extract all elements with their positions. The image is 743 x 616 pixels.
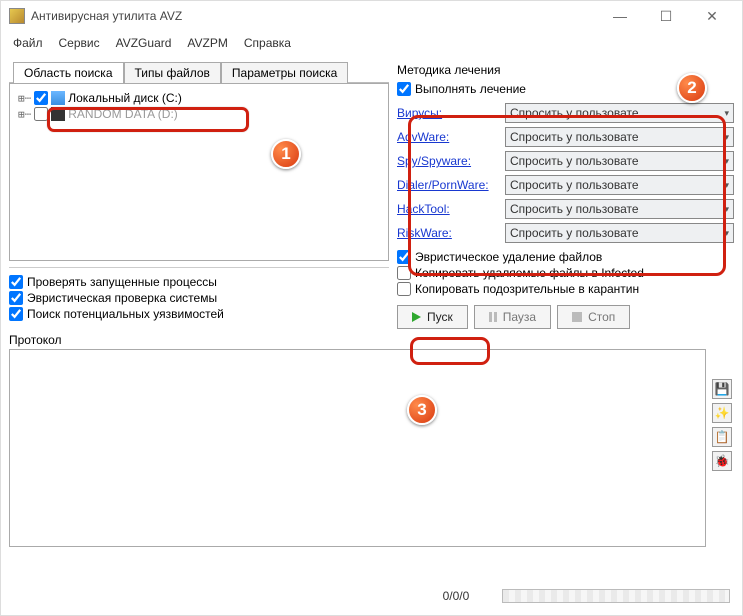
- tab-search-params[interactable]: Параметры поиска: [221, 62, 348, 83]
- menu-bar: Файл Сервис AVZGuard AVZPM Справка: [1, 31, 742, 55]
- clear-log-button[interactable]: ✨: [712, 403, 732, 423]
- bug-icon: 🐞: [715, 454, 730, 468]
- pause-button[interactable]: Пауза: [474, 305, 551, 329]
- select-virus[interactable]: Спросить у пользовате▾: [505, 103, 734, 123]
- check-processes-label: Проверять запущенные процессы: [27, 275, 217, 289]
- tree-item-c[interactable]: ⊞┄ Локальный диск (C:): [16, 90, 382, 106]
- protocol-textarea[interactable]: [9, 349, 706, 547]
- chevron-down-icon: ▾: [724, 108, 729, 119]
- perform-treatment-checkbox[interactable]: [397, 82, 411, 96]
- expand-icon[interactable]: ⊞┄: [18, 92, 31, 105]
- drive-c-checkbox[interactable]: [34, 91, 48, 105]
- check-copy-quarantine[interactable]: [397, 282, 411, 296]
- stop-button[interactable]: Стоп: [557, 305, 630, 329]
- copy-icon: 📋: [715, 430, 730, 444]
- check-processes[interactable]: [9, 275, 23, 289]
- check-vulnerabilities[interactable]: [9, 307, 23, 321]
- copy-log-button[interactable]: 📋: [712, 427, 732, 447]
- drive-d-label: RANDOM DATA (D:): [68, 107, 178, 121]
- protocol-label: Протокол: [1, 329, 742, 349]
- link-riskware[interactable]: RiskWare:: [397, 226, 499, 240]
- menu-file[interactable]: Файл: [7, 34, 49, 52]
- select-spyware[interactable]: Спросить у пользовате▾: [505, 151, 734, 171]
- menu-help[interactable]: Справка: [238, 34, 297, 52]
- check-copy-infected-label: Копировать удаляемые файлы в Infected: [415, 266, 644, 280]
- protocol-toolbar: 💾 ✨ 📋 🐞: [712, 379, 732, 471]
- chevron-down-icon: ▾: [724, 156, 729, 167]
- chevron-down-icon: ▾: [724, 204, 729, 215]
- link-advware[interactable]: AdvWare:: [397, 130, 499, 144]
- chevron-down-icon: ▾: [724, 180, 729, 191]
- link-dialer[interactable]: Dialer/PornWare:: [397, 178, 499, 192]
- check-heuristic-delete[interactable]: [397, 250, 411, 264]
- start-button[interactable]: Пуск: [397, 305, 468, 329]
- save-icon: 💾: [715, 382, 730, 396]
- close-button[interactable]: ✕: [698, 8, 726, 25]
- drive-icon: [51, 91, 65, 105]
- sparkle-icon: ✨: [715, 406, 730, 420]
- tree-item-d[interactable]: ⊞┄ RANDOM DATA (D:): [16, 106, 382, 122]
- treatment-section-title: Методика лечения: [397, 61, 734, 81]
- treat-row-virus: Вирусы: Спросить у пользовате▾: [397, 101, 734, 125]
- select-dialer[interactable]: Спросить у пользовате▾: [505, 175, 734, 195]
- drive-icon: [51, 107, 65, 121]
- link-hacktool[interactable]: HackTool:: [397, 202, 499, 216]
- check-heuristic-system-label: Эвристическая проверка системы: [27, 291, 217, 305]
- check-heuristic-system[interactable]: [9, 291, 23, 305]
- minimize-button[interactable]: —: [606, 8, 634, 24]
- title-bar: Антивирусная утилита AVZ — ☐ ✕: [1, 1, 742, 31]
- pause-icon: [489, 312, 497, 322]
- app-icon: [9, 8, 25, 24]
- pause-button-label: Пауза: [503, 310, 536, 324]
- window-controls: — ☐ ✕: [606, 8, 734, 25]
- status-counts: 0/0/0: [416, 589, 496, 603]
- window-title: Антивирусная утилита AVZ: [31, 9, 606, 23]
- drive-tree[interactable]: ⊞┄ Локальный диск (C:) ⊞┄ RANDOM DATA (D…: [9, 83, 389, 261]
- chevron-down-icon: ▾: [724, 132, 729, 143]
- progress-bar: [502, 589, 730, 603]
- left-tabs: Область поиска Типы файлов Параметры пои…: [9, 61, 389, 83]
- status-bar: 0/0/0: [1, 585, 742, 607]
- treat-row-advware: AdvWare: Спросить у пользовате▾: [397, 125, 734, 149]
- select-hacktool[interactable]: Спросить у пользовате▾: [505, 199, 734, 219]
- menu-avzpm[interactable]: AVZPM: [181, 34, 233, 52]
- chevron-down-icon: ▾: [724, 228, 729, 239]
- treat-row-spyware: Spy/Spyware: Спросить у пользовате▾: [397, 149, 734, 173]
- bug-report-button[interactable]: 🐞: [712, 451, 732, 471]
- check-heuristic-delete-label: Эвристическое удаление файлов: [415, 250, 602, 264]
- treat-row-dialer: Dialer/PornWare: Спросить у пользовате▾: [397, 173, 734, 197]
- menu-avzguard[interactable]: AVZGuard: [110, 34, 178, 52]
- stop-button-label: Стоп: [588, 310, 615, 324]
- check-copy-infected[interactable]: [397, 266, 411, 280]
- treatment-extra-options: Эвристическое удаление файлов Копировать…: [397, 249, 734, 297]
- action-buttons: Пуск Пауза Стоп: [397, 305, 734, 329]
- save-log-button[interactable]: 💾: [712, 379, 732, 399]
- play-icon: [412, 312, 421, 322]
- expand-icon[interactable]: ⊞┄: [18, 108, 31, 121]
- start-button-label: Пуск: [427, 310, 453, 324]
- link-virus[interactable]: Вирусы:: [397, 106, 499, 120]
- menu-service[interactable]: Сервис: [53, 34, 106, 52]
- select-riskware[interactable]: Спросить у пользовате▾: [505, 223, 734, 243]
- tab-search-area[interactable]: Область поиска: [13, 62, 124, 83]
- drive-c-label: Локальный диск (C:): [68, 91, 182, 105]
- check-vulnerabilities-label: Поиск потенциальных уязвимостей: [27, 307, 224, 321]
- check-copy-quarantine-label: Копировать подозрительные в карантин: [415, 282, 639, 296]
- tab-file-types[interactable]: Типы файлов: [124, 62, 221, 83]
- drive-d-checkbox[interactable]: [34, 107, 48, 121]
- left-options: Проверять запущенные процессы Эвристичес…: [9, 267, 389, 322]
- maximize-button[interactable]: ☐: [652, 8, 680, 25]
- link-spyware[interactable]: Spy/Spyware:: [397, 154, 499, 168]
- stop-icon: [572, 312, 582, 322]
- treat-row-hacktool: HackTool: Спросить у пользовате▾: [397, 197, 734, 221]
- treat-row-riskware: RiskWare: Спросить у пользовате▾: [397, 221, 734, 245]
- select-advware[interactable]: Спросить у пользовате▾: [505, 127, 734, 147]
- perform-treatment-label: Выполнять лечение: [415, 82, 526, 96]
